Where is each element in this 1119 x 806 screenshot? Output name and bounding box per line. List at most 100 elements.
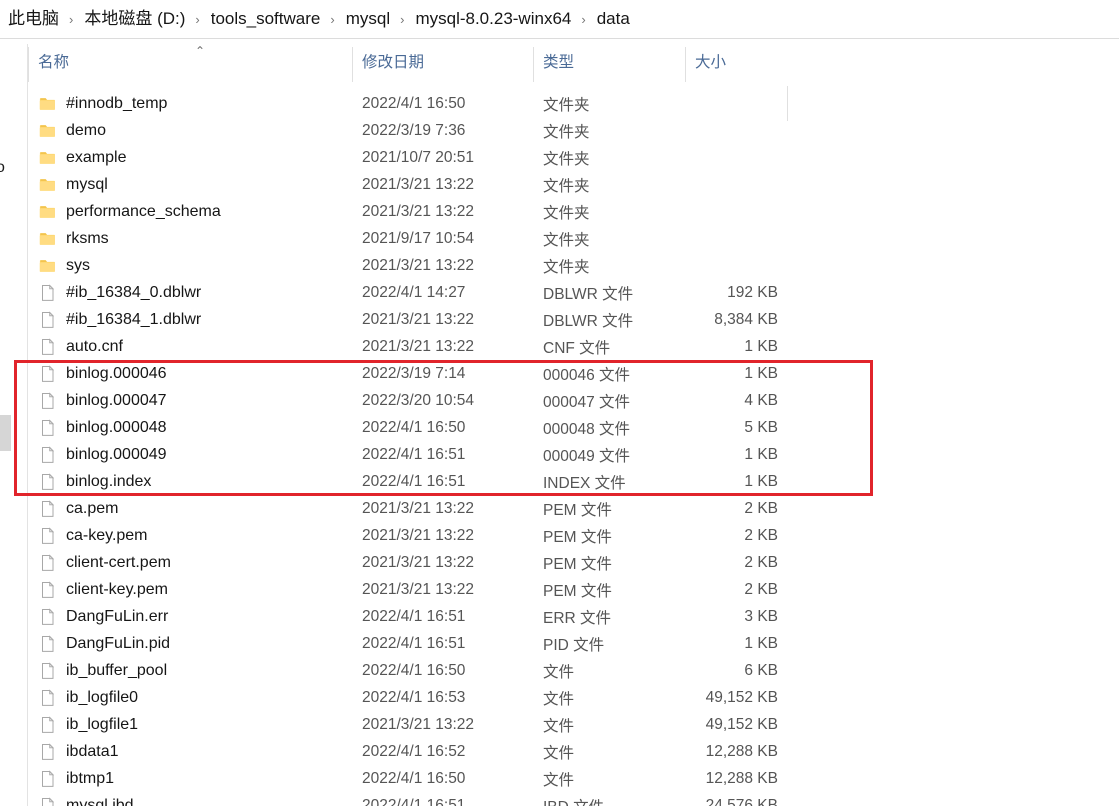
file-name-label: DangFuLin.pid xyxy=(66,634,171,652)
cell-date-modified: 2022/4/1 14:27 xyxy=(362,283,466,301)
file-list-row[interactable]: demo 2022/3/19 7:36 文件夹 xyxy=(28,117,1119,144)
file-list-row[interactable]: binlog.000046 2022/3/19 7:14 000046 文件 1 KB xyxy=(28,360,1119,387)
file-icon xyxy=(39,310,56,329)
column-header-size[interactable]: 大小 xyxy=(685,39,787,83)
cell-date-modified: 2022/4/1 16:52 xyxy=(362,742,466,760)
cell-name[interactable]: sys xyxy=(28,257,352,275)
cell-name[interactable]: client-cert.pem xyxy=(28,554,352,572)
file-list-row[interactable]: client-cert.pem 2021/3/21 13:22 PEM 文件 2 KB xyxy=(28,549,1119,576)
cell-name[interactable]: rksms xyxy=(28,230,352,248)
file-list[interactable]: #innodb_temp 2022/4/1 16:50 文件夹 demo 2022/3/… xyxy=(28,90,1119,806)
file-list-row[interactable]: sys 2021/3/21 13:22 文件夹 xyxy=(28,252,1119,279)
file-name-label: client-cert.pem xyxy=(66,553,171,571)
cell-size: 192 KB xyxy=(727,283,778,301)
folder-icon xyxy=(39,176,56,194)
cell-name[interactable]: binlog.000046 xyxy=(28,365,352,383)
cell-name[interactable]: ca-key.pem xyxy=(28,527,352,545)
file-list-row[interactable]: ibdata1 2022/4/1 16:52 文件 12,288 KB xyxy=(28,738,1119,765)
column-header-name[interactable]: 名称 ⌃ xyxy=(28,39,352,83)
cell-name[interactable]: DangFuLin.err xyxy=(28,608,352,626)
cell-name[interactable]: ibtmp1 xyxy=(28,770,352,788)
file-list-row[interactable]: binlog.000047 2022/3/20 10:54 000047 文件 4 K… xyxy=(28,387,1119,414)
cell-name[interactable]: example xyxy=(28,149,352,167)
cell-name[interactable]: performance_schema xyxy=(28,203,352,221)
cell-name[interactable]: mysql.ibd xyxy=(28,797,352,806)
breadcrumb-item-1[interactable]: 本地磁盘 (D:) xyxy=(80,6,189,32)
file-list-row[interactable]: ib_logfile1 2021/3/21 13:22 文件 49,152 KB xyxy=(28,711,1119,738)
file-list-row[interactable]: performance_schema 2021/3/21 13:22 文件夹 xyxy=(28,198,1119,225)
cell-date-modified: 2021/3/21 13:22 xyxy=(362,310,475,328)
file-list-row[interactable]: #innodb_temp 2022/4/1 16:50 文件夹 xyxy=(28,90,1119,117)
file-list-row[interactable]: DangFuLin.err 2022/4/1 16:51 ERR 文件 3 KB xyxy=(28,603,1119,630)
column-header-type[interactable]: 类型 xyxy=(533,39,685,83)
cell-name[interactable]: demo xyxy=(28,122,352,140)
cell-name[interactable]: ib_buffer_pool xyxy=(28,662,352,680)
file-name-label: binlog.000046 xyxy=(66,364,167,382)
breadcrumb[interactable]: 此电脑 › 本地磁盘 (D:) › tools_software › mysql… xyxy=(0,0,1119,38)
cell-type: 文件夹 xyxy=(543,258,590,276)
file-list-row[interactable]: ib_logfile0 2022/4/1 16:53 文件 49,152 KB xyxy=(28,684,1119,711)
cell-date-modified: 2021/9/17 10:54 xyxy=(362,229,475,247)
column-header-date-modified[interactable]: 修改日期 xyxy=(352,39,533,83)
cell-name[interactable]: ib_logfile1 xyxy=(28,716,352,734)
cell-date-modified: 2022/4/1 16:53 xyxy=(362,688,466,706)
breadcrumb-item-2[interactable]: tools_software xyxy=(207,6,325,32)
cell-name[interactable]: mysql xyxy=(28,176,352,194)
breadcrumb-item-5[interactable]: data xyxy=(593,6,634,32)
cell-name[interactable]: DangFuLin.pid xyxy=(28,635,352,653)
file-name-label: #ib_16384_0.dblwr xyxy=(66,283,202,301)
file-list-row[interactable]: ca.pem 2021/3/21 13:22 PEM 文件 2 KB xyxy=(28,495,1119,522)
cell-name[interactable]: binlog.index xyxy=(28,473,352,491)
file-list-row[interactable]: binlog.000049 2022/4/1 16:51 000049 文件 1 KB xyxy=(28,441,1119,468)
file-list-row[interactable]: mysql.ibd 2022/4/1 16:51 IBD 文件 24,576 KB xyxy=(28,792,1119,806)
cell-name[interactable]: #ib_16384_0.dblwr xyxy=(28,284,352,302)
cell-size: 12,288 KB xyxy=(705,742,778,760)
file-name-label: binlog.000047 xyxy=(66,391,167,409)
breadcrumb-separator-icon: › xyxy=(581,12,586,27)
cell-name[interactable]: auto.cnf xyxy=(28,338,352,356)
file-icon xyxy=(39,607,56,626)
file-list-row[interactable]: binlog.000048 2022/4/1 16:50 000048 文件 5 KB xyxy=(28,414,1119,441)
breadcrumb-item-3[interactable]: mysql xyxy=(342,6,394,32)
file-name-label: performance_schema xyxy=(66,202,221,220)
file-name-label: ca.pem xyxy=(66,499,119,517)
cell-type: PEM 文件 xyxy=(543,582,612,600)
file-list-row[interactable]: #ib_16384_1.dblwr 2021/3/21 13:22 DBLWR 文件… xyxy=(28,306,1119,333)
file-list-row[interactable]: ibtmp1 2022/4/1 16:50 文件 12,288 KB xyxy=(28,765,1119,792)
cell-name[interactable]: #ib_16384_1.dblwr xyxy=(28,311,352,329)
file-list-row[interactable]: ib_buffer_pool 2022/4/1 16:50 文件 6 KB xyxy=(28,657,1119,684)
breadcrumb-item-4[interactable]: mysql-8.0.23-winx64 xyxy=(411,6,575,32)
file-list-row[interactable]: auto.cnf 2021/3/21 13:22 CNF 文件 1 KB xyxy=(28,333,1119,360)
file-list-row[interactable]: binlog.index 2022/4/1 16:51 INDEX 文件 1 KB xyxy=(28,468,1119,495)
file-name-label: DangFuLin.err xyxy=(66,607,169,625)
column-divider xyxy=(685,47,686,82)
cell-name[interactable]: ib_logfile0 xyxy=(28,689,352,707)
cell-name[interactable]: ca.pem xyxy=(28,500,352,518)
file-name-label: mysql xyxy=(66,175,108,193)
cell-name[interactable]: #innodb_temp xyxy=(28,95,352,113)
cell-size: 49,152 KB xyxy=(705,688,778,706)
cell-date-modified: 2022/4/1 16:50 xyxy=(362,418,466,436)
file-list-row[interactable]: example 2021/10/7 20:51 文件夹 xyxy=(28,144,1119,171)
file-list-row[interactable]: DangFuLin.pid 2022/4/1 16:51 PID 文件 1 KB xyxy=(28,630,1119,657)
file-name-label: ib_buffer_pool xyxy=(66,661,168,679)
file-list-row[interactable]: mysql 2021/3/21 13:22 文件夹 xyxy=(28,171,1119,198)
cell-name[interactable]: ibdata1 xyxy=(28,743,352,761)
folder-icon xyxy=(39,122,56,140)
cell-name[interactable]: binlog.000048 xyxy=(28,419,352,437)
cell-type: IBD 文件 xyxy=(533,795,685,806)
folder-icon xyxy=(39,230,56,248)
cell-type: 文件夹 xyxy=(543,177,590,195)
cell-size: 2 KB xyxy=(744,553,778,571)
file-list-row[interactable]: rksms 2021/9/17 10:54 文件夹 xyxy=(28,225,1119,252)
cell-name[interactable]: binlog.000049 xyxy=(28,446,352,464)
breadcrumb-separator-icon: › xyxy=(69,12,74,27)
breadcrumb-item-0[interactable]: 此电脑 xyxy=(4,6,63,32)
cell-name[interactable]: binlog.000047 xyxy=(28,392,352,410)
cell-name[interactable]: client-key.pem xyxy=(28,581,352,599)
file-icon xyxy=(39,445,56,464)
vertical-scrollbar-thumb[interactable] xyxy=(0,415,11,451)
file-list-row[interactable]: client-key.pem 2021/3/21 13:22 PEM 文件 2 KB xyxy=(28,576,1119,603)
file-list-row[interactable]: ca-key.pem 2021/3/21 13:22 PEM 文件 2 KB xyxy=(28,522,1119,549)
file-list-row[interactable]: #ib_16384_0.dblwr 2022/4/1 14:27 DBLWR 文件 1… xyxy=(28,279,1119,306)
